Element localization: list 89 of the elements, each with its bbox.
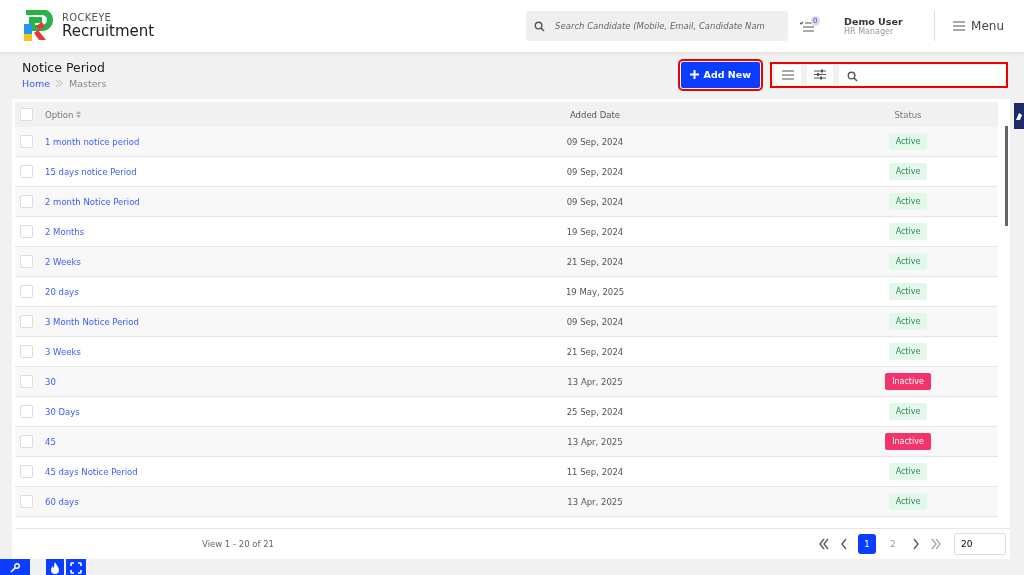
menu-icon: [953, 21, 966, 31]
date-cell: 13 Apr, 2025: [567, 496, 623, 507]
option-link[interactable]: 2 Months: [45, 226, 480, 237]
status-badge: Active: [888, 193, 928, 210]
option-link[interactable]: 45 days Notice Period: [45, 466, 480, 477]
option-link[interactable]: 15 days notice Period: [45, 166, 480, 177]
status-badge: Active: [888, 403, 928, 420]
row-checkbox[interactable]: [20, 285, 33, 298]
candidate-search-field[interactable]: Search Candidate (Mobile, Email, Candidate Nam: [526, 11, 789, 41]
status-badge: Active: [888, 463, 928, 480]
search-icon: [534, 21, 546, 32]
option-link[interactable]: 60 days: [45, 496, 480, 507]
last-page-icon[interactable]: [930, 538, 942, 550]
option-link[interactable]: 30 Days: [45, 406, 480, 417]
row-checkbox[interactable]: [20, 195, 33, 208]
row-checkbox[interactable]: [20, 165, 33, 178]
row-checkbox[interactable]: [20, 225, 33, 238]
expand-icon[interactable]: [70, 562, 82, 574]
date-cell: 09 Sep, 2024: [566, 166, 624, 177]
row-checkbox[interactable]: [20, 255, 33, 268]
scrollbar[interactable]: [1005, 126, 1008, 226]
option-link[interactable]: 45: [45, 436, 480, 447]
filter-button[interactable]: [807, 64, 833, 85]
date-cell: 09 Sep, 2024: [566, 316, 624, 327]
status-badge: Inactive: [885, 433, 931, 450]
logo-icon: [24, 10, 54, 42]
list-view-button[interactable]: [775, 64, 801, 85]
status-badge: Active: [888, 133, 928, 150]
add-new-button[interactable]: Add New: [680, 61, 760, 88]
page-title: Notice Period: [22, 60, 106, 75]
breadcrumb-link[interactable]: Home: [22, 78, 51, 89]
status-badge: Active: [888, 493, 928, 510]
status-badge: Inactive: [885, 373, 931, 390]
date-cell: 25 Sep, 2024: [566, 406, 624, 417]
row-checkbox[interactable]: [20, 435, 33, 448]
page-button[interactable]: 2: [884, 534, 902, 554]
link-icon[interactable]: [10, 563, 20, 573]
option-link[interactable]: 30: [45, 376, 480, 387]
row-checkbox[interactable]: [20, 405, 33, 418]
date-cell: 21 Sep, 2024: [566, 256, 624, 267]
task-list-icon[interactable]: [800, 21, 815, 33]
status-badge: Active: [888, 253, 928, 270]
column-header: Status: [894, 109, 922, 120]
user-role: HR Manager: [844, 27, 895, 36]
column-header[interactable]: Option: [45, 109, 74, 120]
select-all-checkbox[interactable]: [20, 108, 33, 121]
row-checkbox[interactable]: [20, 465, 33, 478]
row-checkbox[interactable]: [20, 495, 33, 508]
sort-icon[interactable]: [76, 111, 82, 118]
chevron-icon: [56, 80, 64, 87]
option-link[interactable]: 2 Weeks: [45, 256, 480, 267]
date-cell: 21 Sep, 2024: [566, 346, 624, 357]
brand-name: Recruitment: [62, 23, 155, 40]
fire-icon[interactable]: [50, 562, 60, 574]
page-size-field[interactable]: 20: [954, 533, 1006, 555]
search-icon: [847, 70, 858, 82]
date-cell: 09 Sep, 2024: [566, 196, 624, 207]
first-page-icon[interactable]: [818, 538, 830, 550]
status-badge: Active: [888, 313, 928, 330]
date-cell: 09 Sep, 2024: [566, 136, 624, 147]
table-search-field[interactable]: [839, 65, 1006, 85]
pagination-summary: View 1 - 20 of 21: [202, 539, 274, 549]
row-checkbox[interactable]: [20, 135, 33, 148]
sliders-icon: [814, 69, 826, 80]
option-link[interactable]: 3 Weeks: [45, 346, 480, 357]
menu-icon: [782, 69, 794, 80]
user-name: Demo User: [844, 16, 904, 27]
breadcrumb-current: Masters: [69, 78, 107, 89]
column-header: Added Date: [569, 109, 621, 120]
brand-subtitle: ROCKEYE: [62, 12, 113, 23]
page-button[interactable]: 1: [858, 534, 876, 554]
status-badge: Active: [888, 343, 928, 360]
plus-icon: [689, 70, 699, 79]
date-cell: 11 Sep, 2024: [566, 466, 624, 477]
menu-button[interactable]: Menu: [953, 19, 1004, 33]
date-cell: 13 Apr, 2025: [567, 436, 623, 447]
status-badge: Active: [888, 163, 928, 180]
row-checkbox[interactable]: [20, 315, 33, 328]
row-checkbox[interactable]: [20, 345, 33, 358]
option-link[interactable]: 1 month notice period: [45, 136, 480, 147]
date-cell: 13 Apr, 2025: [567, 376, 623, 387]
date-cell: 19 Sep, 2024: [566, 226, 624, 237]
status-badge: Active: [888, 283, 928, 300]
option-link[interactable]: 2 month Notice Period: [45, 196, 480, 207]
option-link[interactable]: 3 Month Notice Period: [45, 316, 480, 327]
date-cell: 19 May, 2025: [565, 286, 625, 297]
status-badge: Active: [888, 223, 928, 240]
row-checkbox[interactable]: [20, 375, 33, 388]
option-link[interactable]: 20 days: [45, 286, 480, 297]
